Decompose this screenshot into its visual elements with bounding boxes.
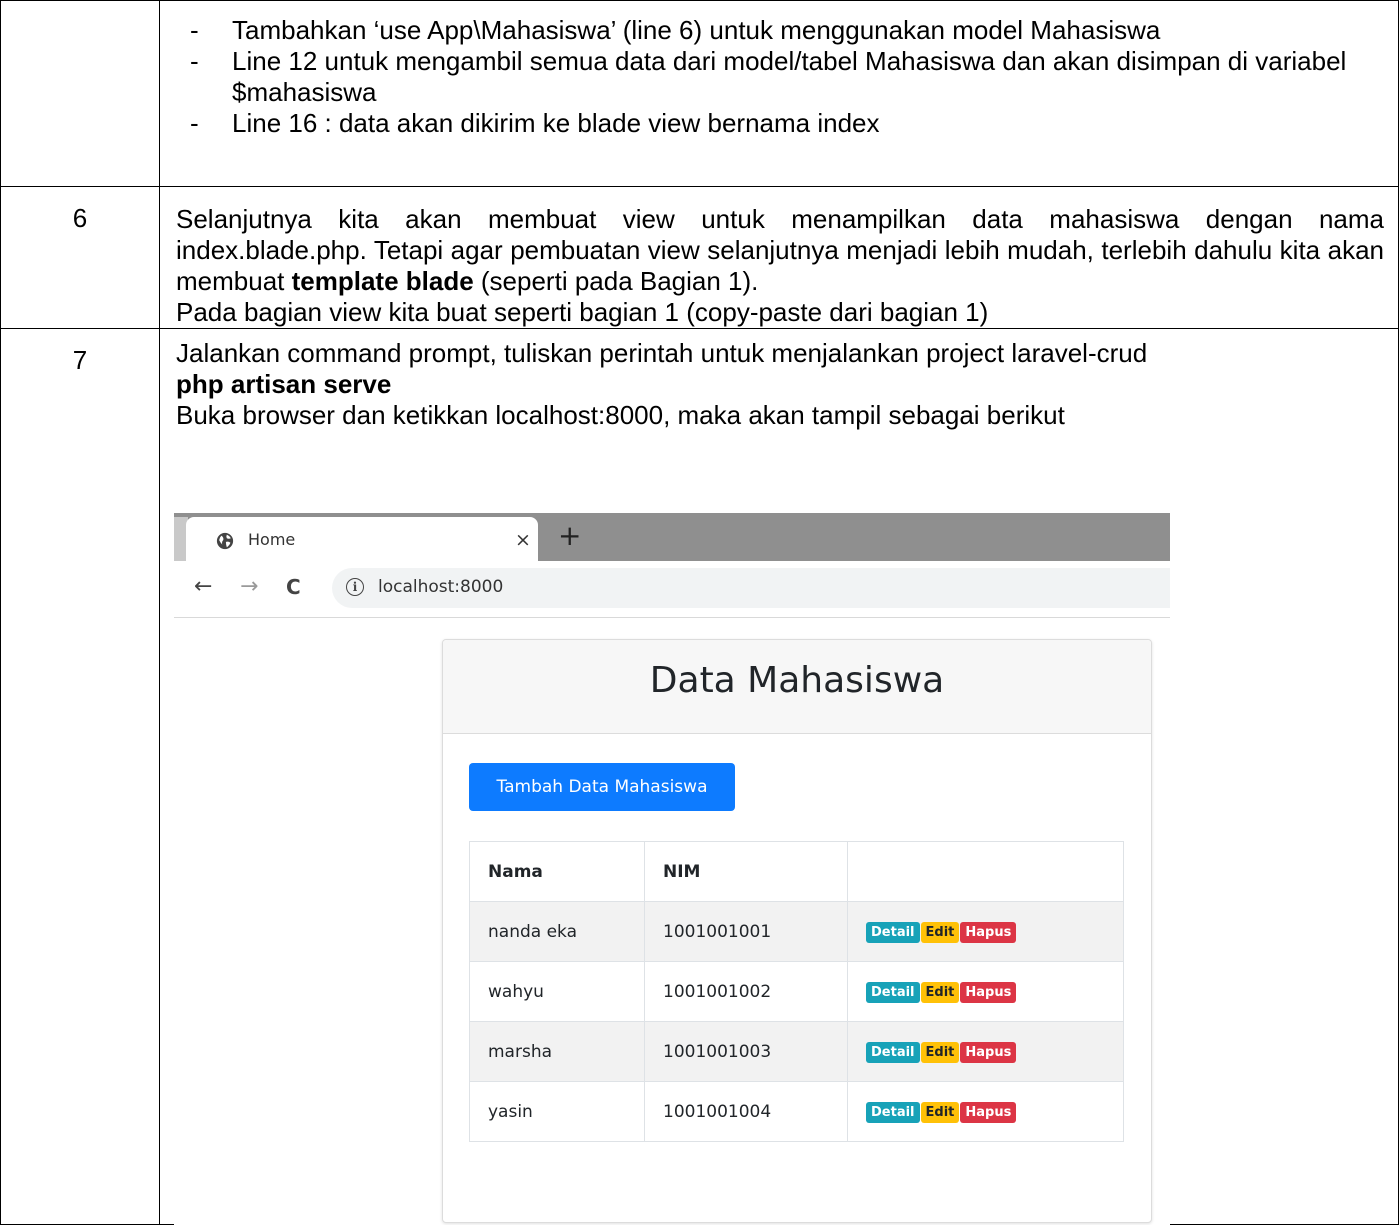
close-icon[interactable]: × (515, 529, 531, 551)
edit-button[interactable]: Edit (920, 981, 960, 1003)
step-number-cell: 6 (0, 186, 160, 329)
step-content-cell: Selanjutnya kita akan membuat view untuk… (159, 186, 1399, 329)
paragraph: Jalankan command prompt, tuliskan perint… (160, 329, 1398, 431)
delete-button[interactable]: Hapus (960, 1101, 1017, 1123)
tab-strip: Home × + (174, 513, 1170, 561)
edit-button[interactable]: Edit (920, 921, 960, 943)
cell-nama: marsha (469, 1021, 645, 1082)
cell-nama: wahyu (469, 961, 645, 1022)
cell-actions: Detail Edit Hapus (847, 961, 1124, 1022)
detail-button[interactable]: Detail (866, 921, 920, 943)
step-number-cell (0, 0, 160, 187)
step-number: 6 (72, 203, 88, 233)
text: Pada bagian view kita buat seperti bagia… (176, 297, 989, 327)
delete-button[interactable]: Hapus (960, 981, 1017, 1003)
detail-button[interactable]: Detail (866, 1041, 920, 1063)
cell-nim: 1001001003 (644, 1021, 848, 1082)
cell-nama: yasin (469, 1081, 645, 1142)
table-row: wahyu 1001001002 Detail Edit Hapus (469, 961, 1124, 1022)
card-header: Data Mahasiswa (443, 640, 1151, 734)
command-text: php artisan serve (176, 369, 392, 399)
text: Buka browser dan ketikkan localhost:8000… (176, 400, 1065, 430)
table-row: marsha 1001001003 Detail Edit Hapus (469, 1021, 1124, 1082)
cell-nim: 1001001001 (644, 901, 848, 962)
cell-actions: Detail Edit Hapus (847, 1081, 1124, 1142)
list-item: Line 12 untuk mengambil semua data dari … (186, 46, 1398, 108)
add-student-button[interactable]: Tambah Data Mahasiswa (469, 763, 735, 811)
cell-actions: Detail Edit Hapus (847, 1021, 1124, 1082)
table-row: yasin 1001001004 Detail Edit Hapus (469, 1081, 1124, 1142)
table-row: 6 Selanjutnya kita akan membuat view unt… (0, 186, 1399, 329)
tab-title: Home (248, 530, 296, 549)
list-item: Tambahkan ‘use App\Mahasiswa’ (line 6) u… (186, 15, 1398, 46)
list-item: Line 16 : data akan dikirim ke blade vie… (186, 108, 1398, 139)
column-header-nim: NIM (644, 841, 848, 902)
cell-nim: 1001001002 (644, 961, 848, 1022)
step-number: 7 (72, 345, 88, 375)
globe-icon (216, 532, 234, 550)
student-table: Nama NIM nanda eka 1001001001 Detail Edit… (469, 841, 1124, 1142)
new-tab-icon[interactable]: + (558, 519, 581, 552)
url-text: localhost:8000 (378, 577, 504, 597)
page-title: Data Mahasiswa (649, 660, 945, 701)
delete-button[interactable]: Hapus (960, 921, 1017, 943)
detail-button[interactable]: Detail (866, 981, 920, 1003)
bold-text: template blade (291, 266, 474, 296)
info-icon[interactable]: i (346, 578, 364, 596)
cell-nim: 1001001004 (644, 1081, 848, 1142)
browser-screenshot: Home × + ← → C i localhost:8000 Data Mah… (174, 513, 1170, 1225)
column-header-nama: Nama (469, 841, 645, 902)
cell-actions: Detail Edit Hapus (847, 901, 1124, 962)
paragraph: Selanjutnya kita akan membuat view untuk… (160, 187, 1398, 328)
url-input[interactable]: i localhost:8000 (332, 568, 1170, 608)
cell-nama: nanda eka (469, 901, 645, 962)
content-card: Data Mahasiswa Tambah Data Mahasiswa Nam… (442, 639, 1152, 1223)
delete-button[interactable]: Hapus (960, 1041, 1017, 1063)
edit-button[interactable]: Edit (920, 1041, 960, 1063)
forward-arrow-icon[interactable]: → (240, 574, 258, 599)
back-arrow-icon[interactable]: ← (194, 574, 212, 599)
bullet-list: Tambahkan ‘use App\Mahasiswa’ (line 6) u… (160, 1, 1398, 139)
table-header-row: Nama NIM (469, 841, 1124, 902)
table-row: nanda eka 1001001001 Detail Edit Hapus (469, 901, 1124, 962)
reload-icon[interactable]: C (286, 575, 301, 599)
browser-tab[interactable]: Home × (186, 517, 538, 561)
text: (seperti pada Bagian 1). (473, 266, 759, 296)
step-number-cell: 7 (0, 328, 160, 1225)
step-content-cell: Tambahkan ‘use App\Mahasiswa’ (line 6) u… (159, 0, 1399, 187)
table-row: Tambahkan ‘use App\Mahasiswa’ (line 6) u… (0, 0, 1399, 187)
column-header-actions (847, 841, 1124, 902)
address-bar: ← → C i localhost:8000 (174, 561, 1170, 618)
text: Jalankan command prompt, tuliskan perint… (176, 338, 1148, 368)
detail-button[interactable]: Detail (866, 1101, 920, 1123)
edit-button[interactable]: Edit (920, 1101, 960, 1123)
